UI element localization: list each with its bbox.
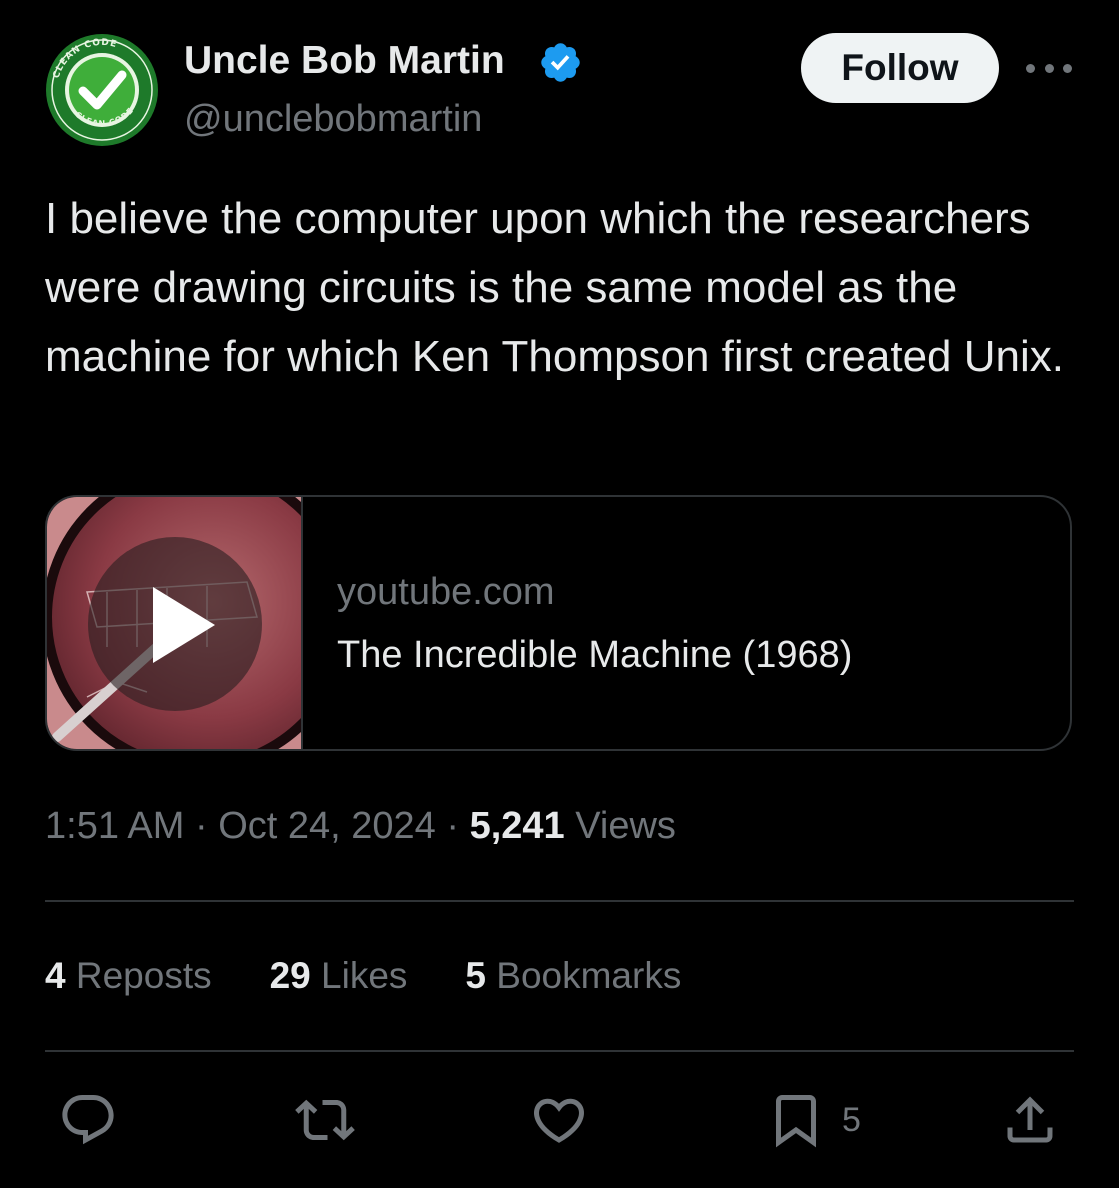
reposts-stat[interactable]: 4 Reposts: [45, 953, 212, 999]
tweet-text: I believe the computer upon which the re…: [45, 194, 1064, 381]
tweet-time[interactable]: 1:51 AM: [45, 805, 184, 847]
reply-button[interactable]: [58, 1090, 118, 1150]
divider: [45, 900, 1074, 902]
avatar[interactable]: CLEAN CODE CLEAN CODE: [45, 33, 159, 147]
likes-count: 29: [269, 955, 311, 996]
author-name[interactable]: Uncle Bob Martin: [184, 38, 505, 84]
author-handle[interactable]: @unclebobmartin: [184, 96, 482, 142]
heart-icon: [533, 1098, 585, 1143]
bookmarks-count: 5: [465, 955, 486, 996]
bookmarks-stat[interactable]: 5 Bookmarks: [465, 953, 681, 999]
meta-separator: ·: [446, 805, 460, 847]
bookmark-icon: [776, 1095, 816, 1148]
video-thumbnail-icon[interactable]: [47, 497, 303, 749]
reposts-label: Reposts: [75, 955, 212, 996]
divider: [45, 1050, 1074, 1052]
bookmark-action-count: 5: [842, 1100, 861, 1139]
views-label: Views: [575, 805, 676, 847]
more-dot: [1063, 63, 1072, 73]
share-icon: [1007, 1096, 1053, 1143]
card-domain: youtube.com: [337, 571, 555, 613]
reposts-count: 4: [45, 955, 66, 996]
link-card[interactable]: youtube.com The Incredible Machine (1968…: [45, 495, 1072, 751]
more-dot: [1044, 63, 1054, 73]
meta-separator: ·: [194, 805, 208, 847]
bookmarks-label: Bookmarks: [496, 955, 682, 996]
bookmark-button[interactable]: 5: [766, 1090, 861, 1150]
engagement-stats: 4 Reposts 29 Likes 5 Bookmarks: [45, 953, 681, 999]
share-button[interactable]: [1000, 1090, 1060, 1150]
like-button[interactable]: [529, 1090, 589, 1150]
more-options-icon[interactable]: [1026, 50, 1072, 86]
likes-stat[interactable]: 29 Likes: [270, 953, 408, 999]
tweet-meta: 1:51 AM · Oct 24, 2024 · 5,241 Views: [45, 803, 676, 849]
repost-button[interactable]: [295, 1090, 355, 1150]
repost-icon: [295, 1099, 355, 1141]
tweet-date[interactable]: Oct 24, 2024: [218, 805, 436, 847]
more-dot: [1026, 63, 1035, 73]
follow-button[interactable]: Follow: [801, 33, 999, 103]
card-title: The Incredible Machine (1968): [337, 634, 853, 676]
clean-code-badge-icon: CLEAN CODE CLEAN CODE: [46, 34, 158, 146]
likes-label: Likes: [321, 955, 408, 996]
reply-icon: [62, 1095, 114, 1145]
verified-badge-icon: [538, 40, 583, 85]
views-count: 5,241: [469, 805, 565, 847]
